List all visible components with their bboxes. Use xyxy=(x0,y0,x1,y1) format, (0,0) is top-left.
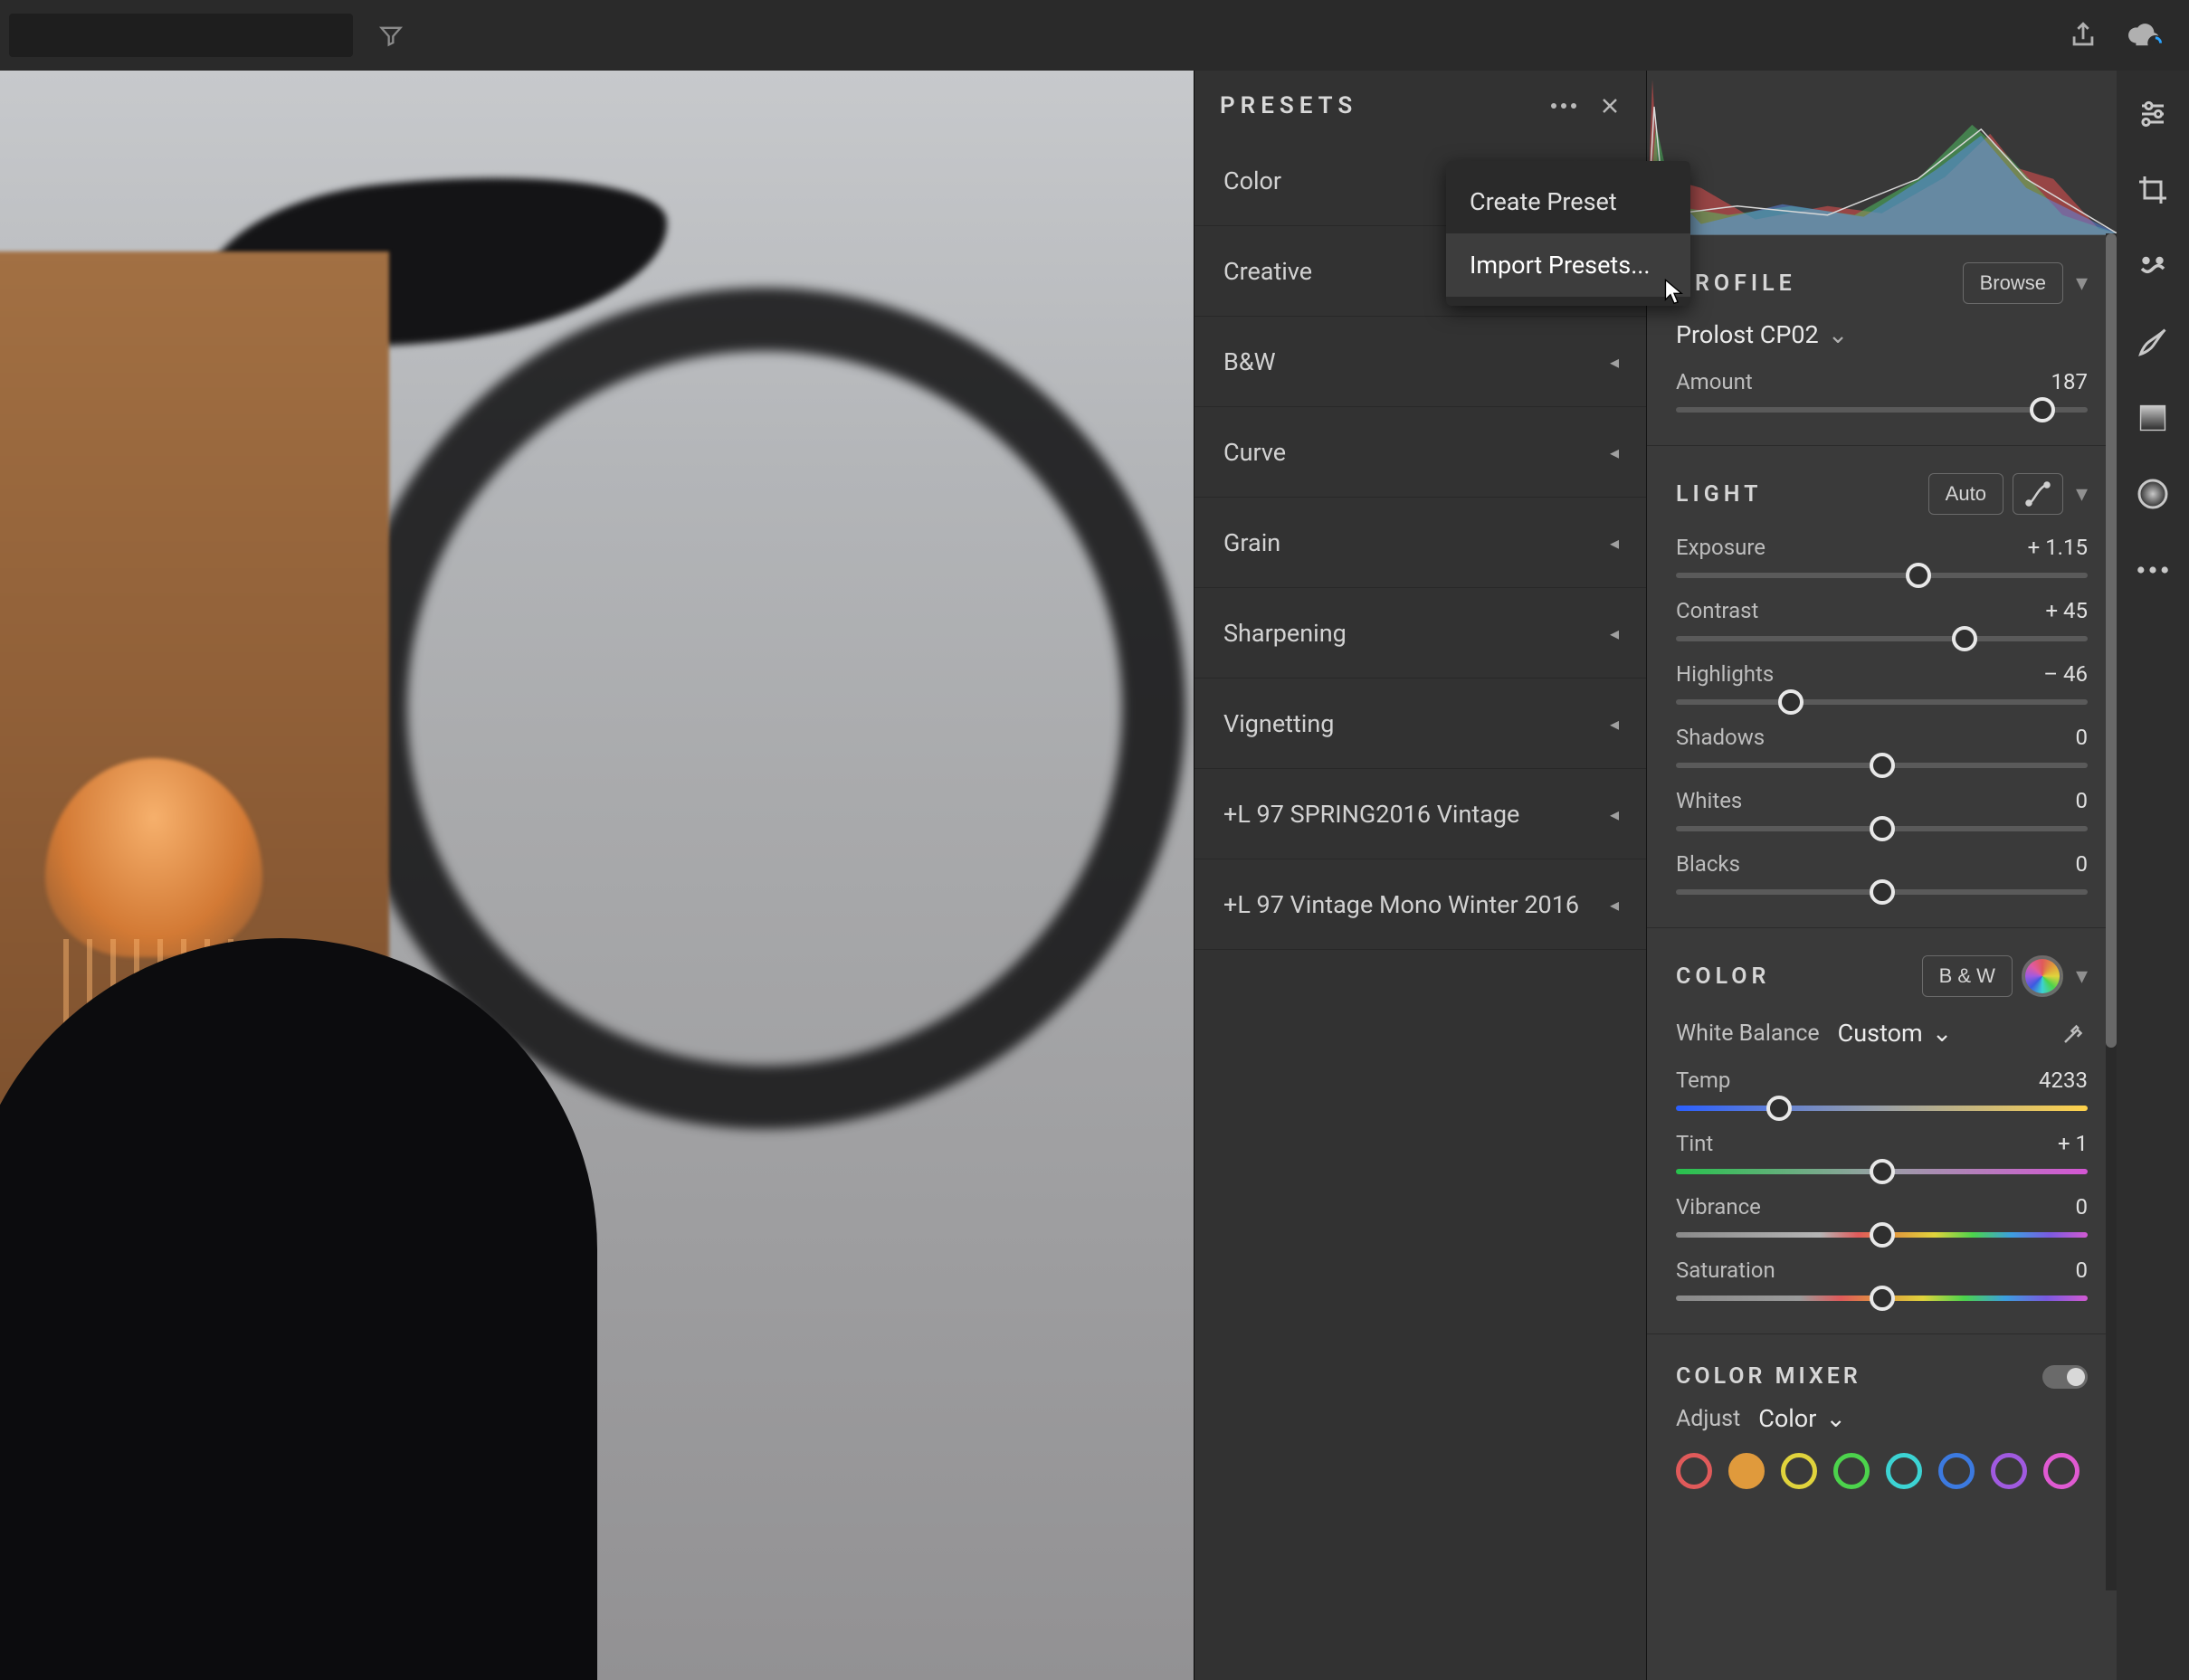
share-icon[interactable] xyxy=(2068,20,2099,51)
auto-button[interactable]: Auto xyxy=(1928,473,2003,515)
histogram[interactable] xyxy=(1647,71,2117,235)
photo-preview xyxy=(0,71,1194,1680)
exposure-slider[interactable]: Exposure+ 1.15 xyxy=(1676,535,2088,578)
vibrance-slider[interactable]: Vibrance0 xyxy=(1676,1194,2088,1238)
presets-more-icon[interactable] xyxy=(1550,101,1577,110)
presets-title: PRESETS xyxy=(1220,92,1357,119)
blacks-slider[interactable]: Blacks0 xyxy=(1676,851,2088,895)
hue-blue[interactable] xyxy=(1938,1453,1975,1489)
hue-magenta[interactable] xyxy=(2043,1453,2080,1489)
crop-icon[interactable] xyxy=(2135,172,2171,208)
image-canvas[interactable] xyxy=(0,71,1194,1680)
filter-icon[interactable] xyxy=(378,23,404,48)
adjust-selector[interactable]: Color ⌄ xyxy=(1758,1404,1846,1433)
menu-create-preset[interactable]: Create Preset xyxy=(1446,170,1690,233)
tint-slider[interactable]: Tint+ 1 xyxy=(1676,1131,2088,1174)
shadows-slider[interactable]: Shadows0 xyxy=(1676,725,2088,768)
presets-context-menu: Create Preset Import Presets... xyxy=(1446,161,1690,306)
color-mixer-wheel-icon[interactable] xyxy=(2022,955,2063,997)
chevron-down-icon[interactable]: ▾ xyxy=(2076,963,2088,990)
preset-group[interactable]: Vignetting◂ xyxy=(1194,679,1646,769)
color-mixer-title: COLOR MIXER xyxy=(1676,1363,1861,1390)
cloud-sync-icon[interactable] xyxy=(2126,20,2162,51)
chevron-left-icon: ◂ xyxy=(1610,713,1619,735)
white-balance-label: White Balance xyxy=(1676,1020,1820,1047)
contrast-slider[interactable]: Contrast+ 45 xyxy=(1676,598,2088,641)
bw-button[interactable]: B & W xyxy=(1922,955,2013,997)
chevron-down-icon: ⌄ xyxy=(1932,1019,1953,1048)
top-toolbar xyxy=(0,0,2189,71)
radial-gradient-icon[interactable] xyxy=(2135,476,2171,512)
white-balance-selector[interactable]: Custom ⌄ xyxy=(1838,1019,1953,1048)
whites-slider[interactable]: Whites0 xyxy=(1676,788,2088,831)
profile-selector[interactable]: Prolost CP02 ⌄ xyxy=(1676,320,2088,349)
menu-import-presets[interactable]: Import Presets... xyxy=(1446,233,1690,297)
brush-icon[interactable] xyxy=(2135,324,2171,360)
linear-gradient-icon[interactable] xyxy=(2135,400,2171,436)
preset-group[interactable]: Sharpening◂ xyxy=(1194,588,1646,679)
light-title: LIGHT xyxy=(1676,481,1762,508)
chevron-left-icon: ◂ xyxy=(1610,532,1619,554)
profile-amount-slider[interactable]: Amount187 xyxy=(1676,369,2088,413)
chevron-down-icon: ⌄ xyxy=(1828,320,1849,349)
eyedropper-icon[interactable] xyxy=(2061,1020,2088,1047)
scrollbar[interactable] xyxy=(2106,233,2117,1590)
adjust-label: Adjust xyxy=(1676,1406,1740,1432)
preset-group[interactable]: Grain◂ xyxy=(1194,498,1646,588)
chevron-down-icon: ⌄ xyxy=(1825,1404,1846,1433)
preset-group[interactable]: B&W◂ xyxy=(1194,317,1646,407)
preset-group[interactable]: +L 97 Vintage Mono Winter 2016◂ xyxy=(1194,859,1646,950)
saturation-slider[interactable]: Saturation0 xyxy=(1676,1258,2088,1301)
preset-group[interactable]: Curve◂ xyxy=(1194,407,1646,498)
search-input[interactable] xyxy=(9,14,353,57)
scroll-thumb[interactable] xyxy=(2106,233,2117,1048)
profile-name: Prolost CP02 xyxy=(1676,320,1819,349)
hue-yellow[interactable] xyxy=(1781,1453,1817,1489)
cursor-icon xyxy=(1663,279,1685,306)
hue-orange[interactable] xyxy=(1728,1453,1765,1489)
healing-brush-icon[interactable] xyxy=(2135,248,2171,284)
chevron-down-icon[interactable]: ▾ xyxy=(2076,270,2088,297)
chevron-left-icon: ◂ xyxy=(1610,351,1619,373)
chevron-left-icon: ◂ xyxy=(1610,894,1619,916)
preset-group[interactable]: +L 97 SPRING2016 Vintage◂ xyxy=(1194,769,1646,859)
chevron-left-icon: ◂ xyxy=(1610,441,1619,463)
more-tools-icon[interactable] xyxy=(2135,552,2171,588)
hue-aqua[interactable] xyxy=(1886,1453,1922,1489)
hue-green[interactable] xyxy=(1833,1453,1870,1489)
color-title: COLOR xyxy=(1676,963,1770,990)
close-icon[interactable] xyxy=(1599,95,1621,117)
temp-slider[interactable]: Temp4233 xyxy=(1676,1068,2088,1111)
chevron-down-icon[interactable]: ▾ xyxy=(2076,480,2088,508)
browse-profile-button[interactable]: Browse xyxy=(1963,262,2063,304)
profile-title: PROFILE xyxy=(1676,271,1796,297)
hue-purple[interactable] xyxy=(1991,1453,2027,1489)
hue-selector[interactable] xyxy=(1676,1453,2088,1489)
color-section-header: COLOR B & W ▾ xyxy=(1676,955,2088,997)
light-section-header: LIGHT Auto ▾ xyxy=(1676,473,2088,515)
profile-section-header: PROFILE Browse ▾ xyxy=(1676,262,2088,304)
chevron-left-icon: ◂ xyxy=(1610,622,1619,644)
chevron-left-icon: ◂ xyxy=(1610,803,1619,825)
edit-panel: PROFILE Browse ▾ Prolost CP02 ⌄ Amount18… xyxy=(1646,71,2117,1680)
presets-panel: PRESETS Color◂ Creative◂ B&W◂ Curve◂ Gra… xyxy=(1194,71,1646,1680)
color-mixer-toggle[interactable] xyxy=(2042,1365,2088,1389)
highlights-slider[interactable]: Highlights– 46 xyxy=(1676,661,2088,705)
preset-group-list: Color◂ Creative◂ B&W◂ Curve◂ Grain◂ Shar… xyxy=(1194,136,1646,1680)
tool-rail xyxy=(2117,71,2189,1680)
hue-red[interactable] xyxy=(1676,1453,1712,1489)
tone-curve-icon[interactable] xyxy=(2013,473,2063,515)
edit-sliders-icon[interactable] xyxy=(2135,96,2171,132)
